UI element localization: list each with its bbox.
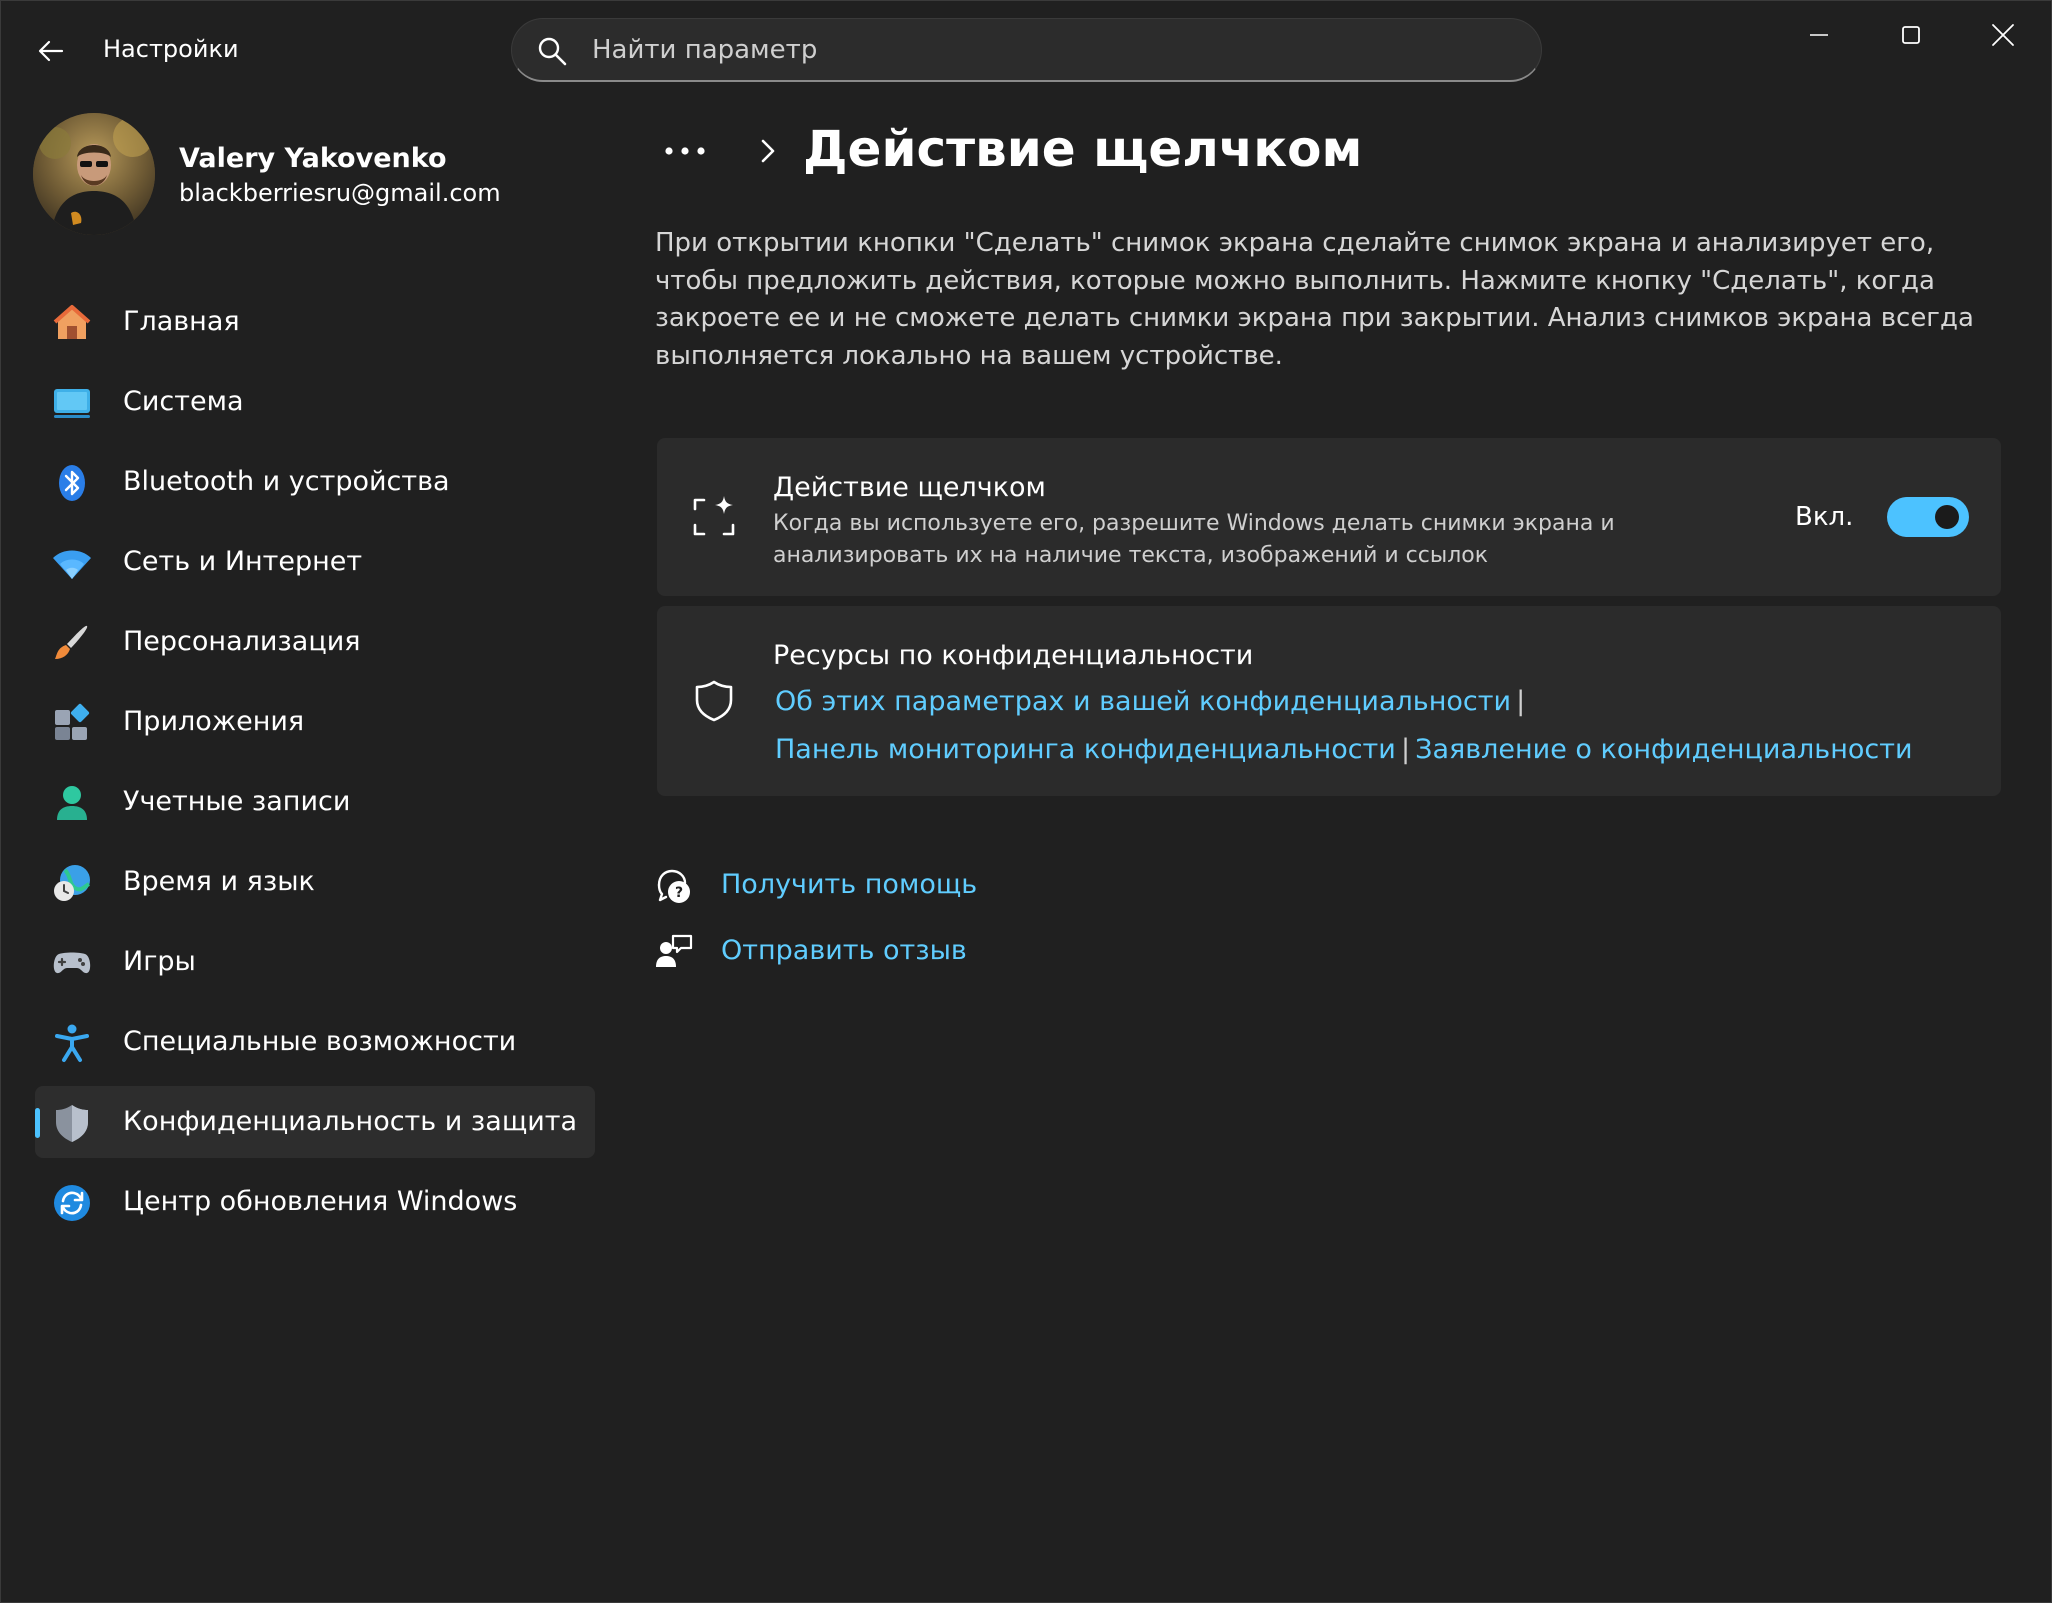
privacy-links-row-2: Панель мониторинга конфиденциальности | … [775, 734, 1913, 765]
avatar [33, 113, 155, 235]
sidebar-item-label: Центр обновления Windows [123, 1186, 518, 1217]
sidebar-item-bluetooth[interactable]: Bluetooth и устройства [35, 446, 595, 518]
sidebar-item-windows-update[interactable]: Центр обновления Windows [35, 1166, 595, 1238]
gamepad-icon [53, 952, 91, 974]
sidebar-item-label: Сеть и Интернет [123, 546, 363, 577]
settings-window: Настройки Найти параметр Valery Yakovenk… [0, 0, 2052, 1603]
app-title: Настройки [103, 35, 239, 63]
sidebar-item-label: Система [123, 386, 244, 417]
wifi-icon [53, 550, 91, 579]
search-input[interactable] [592, 29, 1512, 71]
click-action-toggle[interactable] [1887, 497, 1969, 537]
click-to-do-icon [693, 496, 735, 536]
minimize-icon [1810, 34, 1828, 36]
click-action-title: Действие щелчком [773, 472, 1046, 503]
sidebar-nav: Главная Система Bluetooth и устройства С… [35, 286, 595, 1246]
link-separator: | [1516, 686, 1526, 717]
account-icon [57, 786, 87, 820]
sidebar-item-privacy[interactable]: Конфиденциальность и защита [35, 1086, 595, 1158]
sidebar-item-label: Главная [123, 306, 240, 337]
shield-icon [56, 1105, 88, 1142]
bluetooth-icon [59, 465, 85, 501]
sidebar-item-home[interactable]: Главная [35, 286, 595, 358]
sidebar-item-label: Время и язык [123, 866, 315, 897]
sidebar-item-network[interactable]: Сеть и Интернет [35, 526, 595, 598]
back-button[interactable] [23, 23, 79, 79]
sidebar-item-apps[interactable]: Приложения [35, 686, 595, 758]
sidebar-item-time-language[interactable]: Время и язык [35, 846, 595, 918]
sidebar-item-accounts[interactable]: Учетные записи [35, 766, 595, 838]
sidebar-item-label: Bluetooth и устройства [123, 466, 450, 497]
feedback-icon [656, 934, 693, 967]
shield-outline-icon [695, 680, 733, 722]
sidebar-item-personalization[interactable]: Персонализация [35, 606, 595, 678]
minimize-button[interactable] [1779, 7, 1859, 63]
profile-email: blackberriesru@gmail.com [179, 179, 501, 207]
privacy-resources-card: Ресурсы по конфиденциальности Об этих па… [657, 606, 2001, 796]
get-help-link[interactable]: Получить помощь [721, 869, 977, 900]
svg-text:?: ? [675, 885, 683, 901]
maximize-button[interactable] [1871, 7, 1951, 63]
privacy-links-row-1: Об этих параметрах и вашей конфиденциаль… [775, 686, 1525, 717]
help-chat-icon: ? [657, 869, 690, 903]
sidebar-item-label: Персонализация [123, 626, 361, 657]
page-description: При открытии кнопки "Сделать" снимок экр… [655, 228, 1974, 371]
toggle-state-label: Вкл. [1795, 502, 1854, 532]
maximize-icon [1902, 26, 1920, 44]
sidebar-item-label: Специальные возможности [123, 1026, 517, 1057]
privacy-resources-title: Ресурсы по конфиденциальности [773, 640, 1254, 671]
more-ellipsis-icon[interactable] [661, 136, 717, 166]
send-feedback-link[interactable]: Отправить отзыв [721, 935, 967, 966]
search-icon [538, 37, 567, 66]
back-arrow-icon [38, 40, 64, 62]
apps-icon [55, 703, 90, 740]
selection-indicator [35, 1108, 40, 1138]
sidebar-item-label: Учетные записи [123, 786, 351, 817]
sidebar-item-label: Игры [123, 946, 196, 977]
profile-name: Valery Yakovenko [179, 143, 447, 174]
chevron-right-icon [761, 139, 775, 163]
globe-clock-icon [54, 865, 91, 901]
page-title: Действие щелчком [803, 120, 1363, 178]
close-button[interactable] [1963, 7, 2043, 63]
breadcrumb: Действие щелчком [661, 116, 2021, 186]
privacy-dashboard-link[interactable]: Панель мониторинга конфиденциальности [775, 734, 1396, 765]
accessibility-icon [55, 1024, 89, 1062]
sidebar-item-label: Конфиденциальность и защита [123, 1106, 578, 1137]
search-box[interactable] [511, 18, 1542, 82]
click-action-subtitle: Когда вы используете его, разрешите Wind… [773, 511, 1615, 568]
privacy-statement-link[interactable]: Заявление о конфиденциальности [1415, 734, 1912, 765]
user-profile[interactable]: Valery Yakovenko blackberriesru@gmail.co… [33, 113, 603, 243]
sidebar-item-label: Приложения [123, 706, 305, 737]
get-help-row[interactable]: ? Получить помощь [655, 861, 1255, 911]
toggle-knob [1935, 505, 1959, 529]
sidebar-item-system[interactable]: Система [35, 366, 595, 438]
sidebar-item-accessibility[interactable]: Специальные возможности [35, 1006, 595, 1078]
system-monitor-icon [54, 389, 90, 418]
send-feedback-row[interactable]: Отправить отзыв [655, 927, 1255, 977]
click-action-card: Действие щелчком Когда вы используете ег… [657, 438, 2001, 596]
update-icon [54, 1185, 90, 1221]
brush-icon [55, 625, 88, 659]
sidebar-item-gaming[interactable]: Игры [35, 926, 595, 998]
title-bar: Настройки [1, 1, 2052, 101]
link-separator: | [1400, 734, 1411, 765]
privacy-settings-link[interactable]: Об этих параметрах и вашей конфиденциаль… [775, 686, 1511, 717]
home-icon [53, 305, 91, 339]
close-icon [1992, 24, 2014, 46]
